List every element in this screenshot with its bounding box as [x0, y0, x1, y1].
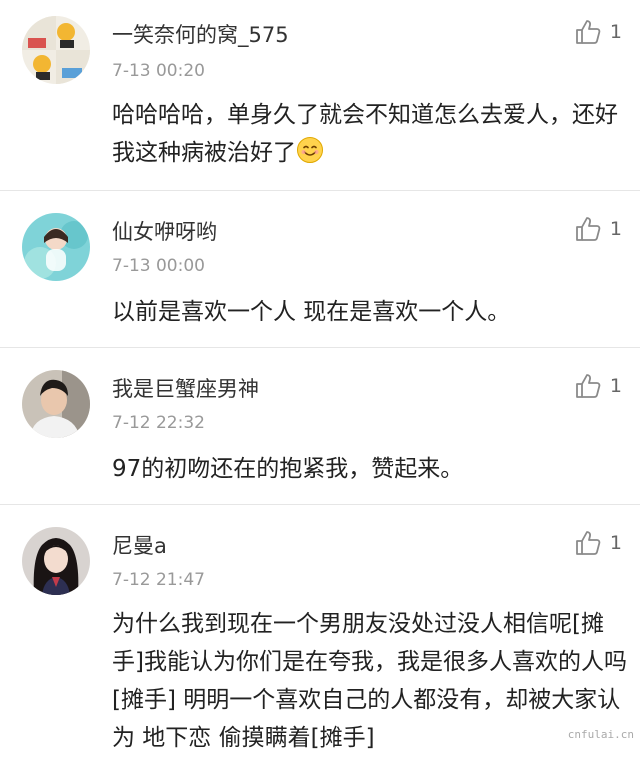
like-count: 1 [609, 218, 622, 240]
avatar[interactable] [22, 213, 90, 281]
username[interactable]: 一笑奈何的窝_575 [112, 19, 289, 49]
thumbs-up-icon [576, 20, 601, 44]
like-count: 1 [609, 532, 622, 554]
comment-time: 7-13 00:20 [112, 61, 205, 81]
like-button[interactable]: 1 [574, 529, 622, 557]
like-count: 1 [609, 21, 622, 43]
comment-time: 7-12 21:47 [112, 570, 205, 590]
comment-item: 一笑奈何的窝_575 7-13 00:20 1 哈哈哈哈，单身久了就会不知道怎么… [0, 0, 640, 191]
avatar[interactable] [22, 16, 90, 84]
avatar[interactable] [22, 370, 90, 438]
comment-item: 尼曼a 7-12 21:47 1 为什么我到现在一个男朋友没处过没人相信呢[摊手… [0, 505, 640, 751]
like-count: 1 [609, 375, 622, 397]
comment-content: 哈哈哈哈，单身久了就会不知道怎么去爱人，还好我这种病被治好了 [112, 96, 620, 172]
comment-item: 仙女咿呀哟 7-13 00:00 1 以前是喜欢一个人 现在是喜欢一个人。 [0, 191, 640, 348]
comment-text: 97的初吻还在的抱紧我，赞起来。 [112, 456, 464, 482]
comment-text: 以前是喜欢一个人 现在是喜欢一个人。 [112, 299, 511, 325]
watermark: cnfulai.cn [567, 728, 634, 741]
like-button[interactable]: 1 [574, 215, 622, 243]
thumbs-up-icon [576, 374, 601, 398]
username[interactable]: 仙女咿呀哟 [112, 216, 217, 246]
like-button[interactable]: 1 [574, 18, 622, 46]
smile-emoji-icon [297, 137, 323, 163]
comment-text: 哈哈哈哈，单身久了就会不知道怎么去爱人，还好我这种病被治好了 [112, 102, 618, 166]
thumbs-up-icon [576, 217, 601, 241]
avatar[interactable] [22, 527, 90, 595]
username[interactable]: 我是巨蟹座男神 [112, 373, 259, 403]
comment-item: 我是巨蟹座男神 7-12 22:32 1 97的初吻还在的抱紧我，赞起来。 [0, 348, 640, 505]
comment-time: 7-13 00:00 [112, 256, 205, 276]
comment-text: 为什么我到现在一个男朋友没处过没人相信呢[摊手]我能认为你们是在夸我，我是很多人… [112, 611, 627, 751]
comment-time: 7-12 22:32 [112, 413, 205, 433]
thumbs-up-icon [576, 531, 601, 555]
like-button[interactable]: 1 [574, 372, 622, 400]
username[interactable]: 尼曼a [112, 530, 167, 560]
